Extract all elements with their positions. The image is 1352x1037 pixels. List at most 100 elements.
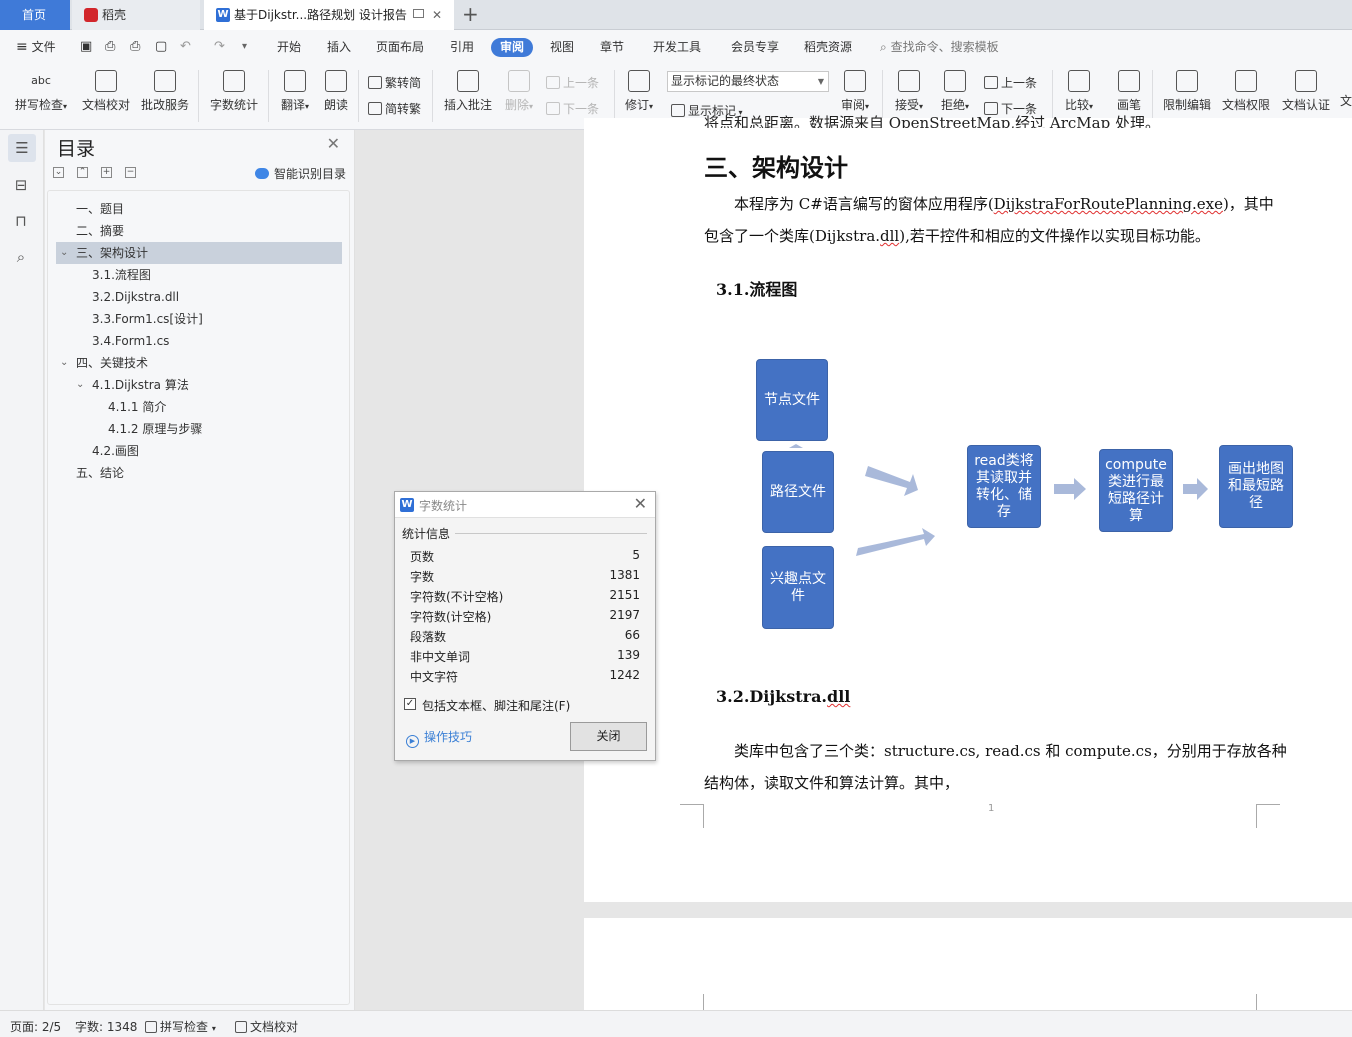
reject-button[interactable]: 拒绝▾ [938, 70, 972, 113]
navigation-icon[interactable]: ⊟ [10, 174, 32, 196]
print-preview-icon[interactable]: ▢ [155, 30, 167, 64]
read-aloud-button[interactable]: 朗读 [322, 70, 350, 113]
word-count-dialog: W 字数统计 ✕ 统计信息 页数 5 字数 1381 字符数(不计空格) 2151 字… [394, 491, 656, 761]
collapse-all-icon[interactable]: ⌄ [53, 167, 64, 178]
tab-home[interactable]: 首页 [0, 0, 70, 30]
review-pane-button[interactable]: 审阅▾ [838, 70, 872, 113]
spell-check-button[interactable]: abc 拼写检查▾ [12, 70, 70, 113]
menu-review[interactable]: 审阅 [491, 38, 534, 57]
stat-row: 字符数(计空格) 2197 [410, 608, 640, 628]
file-menu[interactable]: ≡ 文件 [16, 30, 56, 64]
markup-state-select[interactable]: 显示标记的最终状态 ▼ [667, 71, 829, 92]
doc-certify-button[interactable]: 文档认证 [1280, 70, 1332, 113]
next-comment-button[interactable]: 下一条 [546, 100, 599, 117]
menu-layout[interactable]: 页面布局 [376, 30, 424, 64]
search-icon[interactable]: ⌕ [10, 246, 32, 268]
remove-heading-icon[interactable]: − [125, 167, 136, 178]
toc-item[interactable]: 4.1.2 原理与步骤 [56, 418, 342, 440]
toc-item[interactable]: 3.3.Form1.cs[设计] [56, 308, 342, 330]
close-icon[interactable]: ✕ [634, 494, 647, 513]
daoke-logo-icon [84, 8, 98, 22]
word-count-button[interactable]: 字数统计 [208, 70, 260, 113]
quick-access-more-icon[interactable]: ▾ [242, 30, 247, 64]
toc-item[interactable]: 3.1.流程图 [56, 264, 342, 286]
new-tab-button[interactable]: + [462, 0, 482, 30]
toc-item[interactable]: 二、摘要 [56, 220, 342, 242]
stat-value: 1242 [609, 668, 640, 682]
command-search[interactable]: ⌕ 查找命令、搜索模板 [880, 30, 999, 64]
add-heading-icon[interactable]: + [101, 167, 112, 178]
word-count-indicator[interactable]: 字数: 1348 [75, 1018, 137, 1035]
doc-proof-button[interactable]: 文档校对 [80, 70, 132, 113]
ink-button[interactable]: 画笔 [1114, 70, 1144, 113]
page-indicator[interactable]: 页面: 2/5 [10, 1018, 61, 1035]
redo-icon[interactable]: ↷ [214, 30, 225, 64]
monitor-icon[interactable] [413, 9, 424, 18]
toc-list: 一、题目 二、摘要 ⌄ 三、架构设计 3.1.流程图 3.2.Dijkstra.d… [47, 190, 350, 1005]
compare-button[interactable]: 比较▾ [1062, 70, 1096, 113]
track-changes-icon [628, 70, 650, 92]
export-pdf-icon[interactable]: ⎙ [105, 30, 115, 64]
spell-check-status[interactable]: 拼写检查 ▾ [145, 1018, 216, 1035]
translate-button[interactable]: 翻译▾ [278, 70, 312, 113]
simp-to-trad-button[interactable]: 简转繁 [368, 100, 421, 117]
menu-daoke-resources[interactable]: 稻壳资源 [804, 30, 852, 64]
toc-item[interactable]: ⌄ 四、关键技术 [56, 352, 342, 374]
menu-developer[interactable]: 开发工具 [653, 30, 701, 64]
toc-item-selected[interactable]: ⌄ 三、架构设计 [56, 242, 342, 264]
toc-item[interactable]: 3.2.Dijkstra.dll [56, 286, 342, 308]
toc-item-label: 四、关键技术 [76, 356, 149, 370]
dialog-titlebar[interactable]: W 字数统计 ✕ [395, 492, 655, 518]
batch-edit-button[interactable]: 批改服务 [140, 70, 190, 113]
track-changes-button[interactable]: 修订▾ [622, 70, 656, 113]
delete-comment-button[interactable]: 删除▾ [502, 70, 536, 113]
menu-insert[interactable]: 插入 [327, 30, 351, 64]
close-icon[interactable]: ✕ [327, 134, 340, 153]
play-icon: ▶ [406, 735, 419, 748]
toc-item-label: 4.1.Dijkstra 算法 [92, 378, 189, 392]
document-page-next[interactable] [584, 918, 1352, 1010]
tab-document[interactable]: W 基于Dijkstr...路径规划 设计报告 ✕ [204, 0, 454, 30]
trad-to-simp-icon [368, 76, 382, 89]
prev-change-button[interactable]: 上一条 [984, 74, 1037, 91]
prev-comment-button[interactable]: 上一条 [546, 74, 599, 91]
menu-start[interactable]: 开始 [277, 30, 301, 64]
doc-permission-button[interactable]: 文档权限 [1220, 70, 1272, 113]
stat-value: 139 [617, 648, 640, 662]
next-comment-label: 下一条 [563, 102, 600, 116]
include-textbox-label: 包括文本框、脚注和尾注(F) [422, 699, 571, 713]
toc-item[interactable]: ⌄ 4.1.Dijkstra 算法 [56, 374, 342, 396]
stat-row: 中文字符 1242 [410, 668, 640, 688]
menu-member[interactable]: 会员专享 [731, 30, 779, 64]
toc-item[interactable]: 一、题目 [56, 198, 342, 220]
tab-daoke[interactable]: 稻壳 [72, 0, 200, 30]
print-icon[interactable]: ⎙ [130, 30, 140, 64]
close-button[interactable]: 关闭 [570, 722, 647, 751]
expand-up-icon[interactable]: ⌃ [77, 167, 88, 178]
smart-toc-button[interactable]: 智能识别目录 [254, 165, 346, 182]
undo-icon[interactable]: ↶ [180, 30, 191, 64]
menu-reference[interactable]: 引用 [450, 30, 474, 64]
document-page[interactable]: 将点和总距离。数据源来自 OpenStreetMap,经过 ArcMap 处理。… [584, 114, 1352, 902]
trad-to-simp-button[interactable]: 繁转简 [368, 74, 421, 91]
toc-item[interactable]: 4.2.画图 [56, 440, 342, 462]
doc-proof-status[interactable]: 文档校对 [235, 1018, 298, 1035]
toc-item[interactable]: 五、结论 [56, 462, 342, 484]
close-tab-icon[interactable]: ✕ [432, 0, 442, 30]
menu-view[interactable]: 视图 [550, 30, 574, 64]
toc-item[interactable]: 4.1.1 简介 [56, 396, 342, 418]
tips-link[interactable]: ▶ 操作技巧 [406, 728, 472, 748]
restrict-edit-button[interactable]: 限制编辑 [1160, 70, 1214, 113]
accept-button[interactable]: 接受▾ [892, 70, 926, 113]
menu-chapter[interactable]: 章节 [600, 30, 624, 64]
truncated-ribbon-item[interactable]: 文 [1340, 92, 1352, 109]
bookmark-icon[interactable]: ⊓ [10, 210, 32, 232]
divider [198, 70, 199, 122]
insert-comment-button[interactable]: 插入批注 [442, 70, 494, 113]
toc-icon[interactable]: ☰ [8, 134, 36, 162]
toc-item[interactable]: 3.4.Form1.cs [56, 330, 342, 352]
review-pane-label: 审阅 [840, 98, 865, 112]
include-textbox-checkbox[interactable]: ✓ [404, 698, 416, 710]
stat-label: 中文字符 [410, 670, 459, 684]
save-icon[interactable]: ▣ [80, 30, 92, 64]
